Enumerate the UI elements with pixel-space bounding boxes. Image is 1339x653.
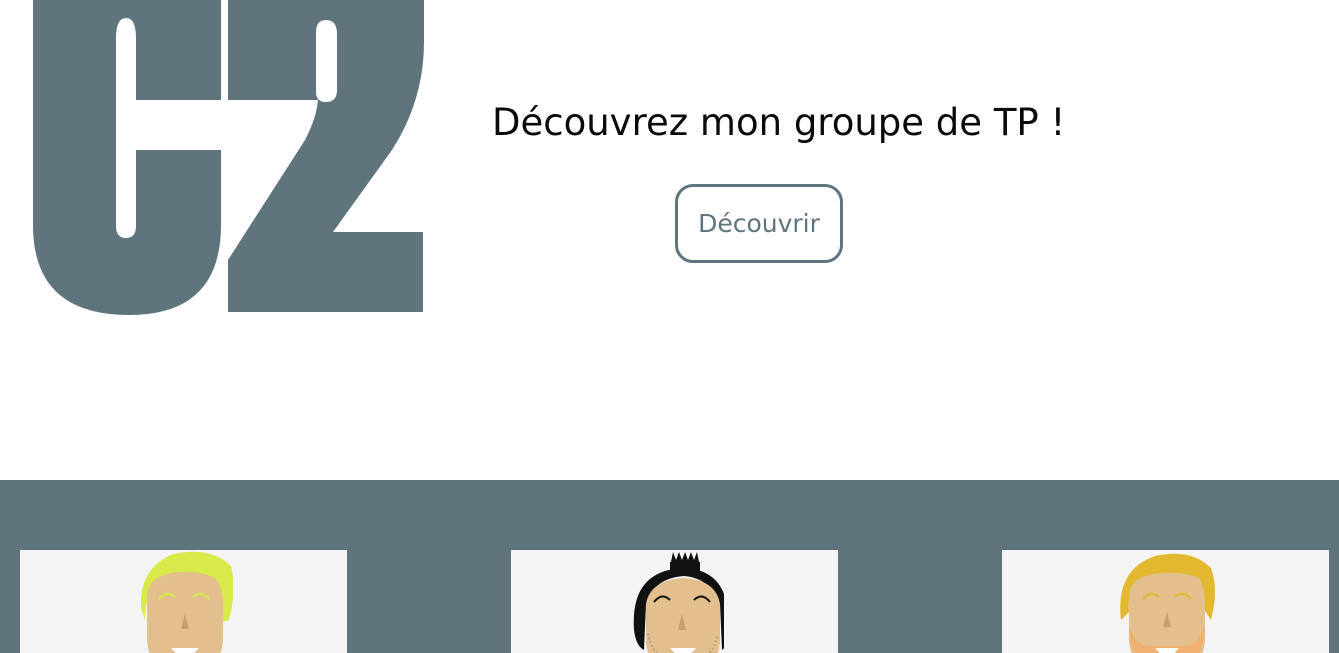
avatar-black-topknot-icon — [633, 552, 724, 653]
member-card[interactable] — [20, 550, 347, 653]
discover-button[interactable]: Découvrir — [675, 184, 843, 263]
avatar-golden-hair-beard-icon — [1120, 553, 1215, 653]
member-card[interactable] — [1002, 550, 1329, 653]
members-section — [0, 480, 1339, 653]
avatar-blond-hair-icon — [140, 551, 233, 653]
tagline: Découvrez mon groupe de TP ! — [492, 101, 1066, 144]
c2-logo — [33, 0, 424, 316]
member-card[interactable] — [511, 550, 838, 653]
hero-section: Découvrez mon groupe de TP ! Découvrir — [0, 0, 1339, 480]
